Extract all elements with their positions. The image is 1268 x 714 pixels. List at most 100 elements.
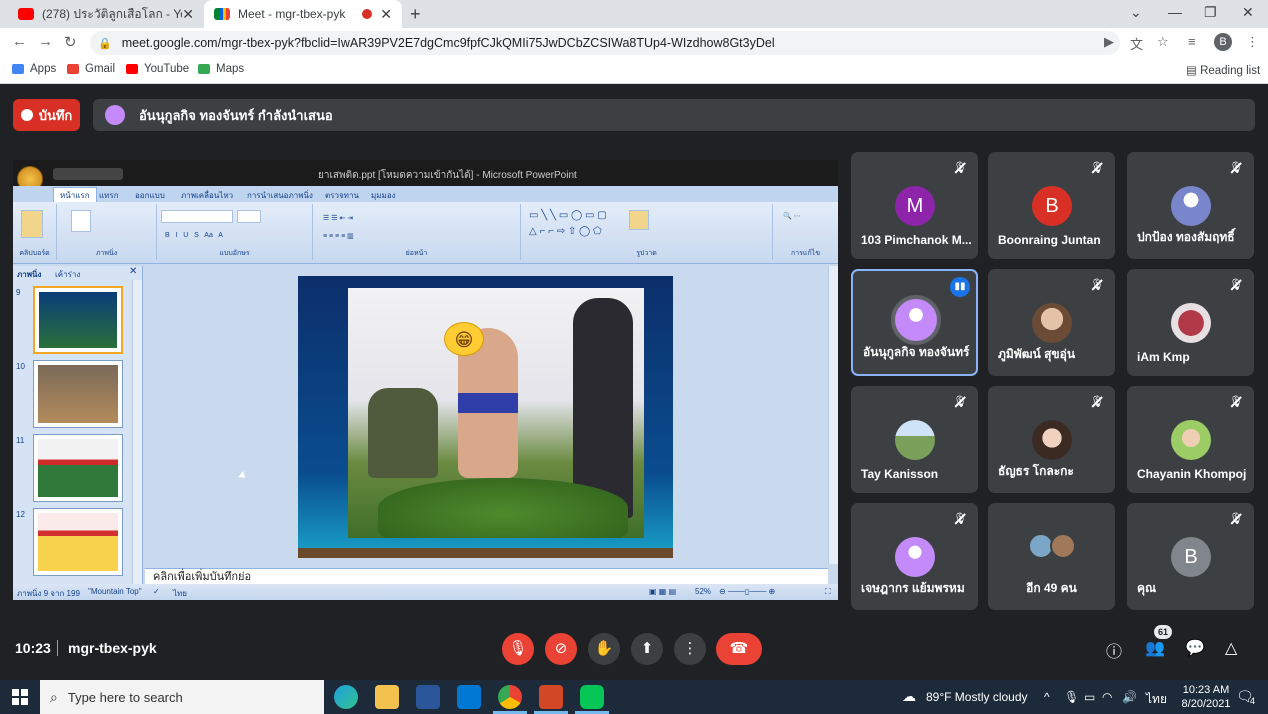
pane-tab-outline[interactable]: เค้าร่าง <box>55 268 80 281</box>
tab-search-icon[interactable]: ⌄ <box>1130 4 1142 21</box>
translate-icon[interactable]: 文 <box>1130 34 1143 53</box>
bookmark-gmail[interactable]: Gmail <box>67 63 115 75</box>
thumbnail-image <box>39 292 117 348</box>
ribbon-tab[interactable]: หน้าแรก <box>53 187 97 203</box>
chrome-icon[interactable] <box>498 685 522 709</box>
menu-icon[interactable]: ⋮ <box>1246 34 1259 50</box>
quick-access-toolbar[interactable] <box>53 168 123 180</box>
view-buttons[interactable]: ▣ ▦ ▤ <box>649 587 676 596</box>
shapes-gallery[interactable]: ▭ ╲ ╲ ▭ ◯ ▭ ▢ <box>529 210 607 221</box>
ribbon-tab[interactable]: การนำเสนอภาพนิ่ง <box>247 189 313 202</box>
taskbar-search-input[interactable]: ⌕ Type here to search <box>40 680 324 714</box>
participant-tile-speaking[interactable]: ▮▮ อันนุกูลกิจ ทองจันทร์ <box>851 269 978 376</box>
ribbon: คลิปบอร์ด ภาพนิ่ง B I U S Aa A แบบอักษร … <box>13 202 838 264</box>
mail-icon[interactable] <box>457 685 481 709</box>
pane-tab-slides[interactable]: ภาพนิ่ง <box>17 268 41 281</box>
bookmark-maps[interactable]: Maps <box>198 63 244 75</box>
self-tile[interactable]: 🎙 B คุณ <box>1127 503 1254 610</box>
participant-tile[interactable]: 🎙 ปกป้อง ทองสัมฤทธิ์ <box>1127 152 1254 259</box>
windows-start-icon[interactable] <box>12 689 28 705</box>
volume-icon[interactable]: 🔊 <box>1122 690 1137 704</box>
url-input[interactable]: 🔒 meet.google.com/mgr-tbex-pyk?fbclid=Iw… <box>90 31 1120 55</box>
participant-tile[interactable]: 🎙 iAm Kmp <box>1127 269 1254 376</box>
ribbon-tab[interactable]: ออกแบบ <box>135 189 165 202</box>
thumbnail-scrollbar[interactable] <box>132 280 142 584</box>
back-icon[interactable]: ← <box>12 33 27 50</box>
chat-icon[interactable]: 💬 <box>1185 638 1205 658</box>
fit-window-icon[interactable]: ⛶ <box>825 587 831 597</box>
participant-tile[interactable]: 🎙 Chayanin Khompoj <box>1127 386 1254 493</box>
battery-icon[interactable]: ▭ <box>1084 690 1095 704</box>
participant-tile[interactable]: 🎙 เจษฎากร แย้มพรหม <box>851 503 978 610</box>
bookmark-apps[interactable]: Apps <box>12 63 56 75</box>
current-slide[interactable]: 😁 <box>298 276 673 558</box>
slide-thumbnail[interactable] <box>33 286 123 354</box>
close-icon[interactable]: ✕ <box>182 6 194 23</box>
leave-call-button[interactable]: ☎ <box>716 633 762 665</box>
paste-icon[interactable] <box>21 210 43 238</box>
slide-thumbnail[interactable] <box>33 508 123 576</box>
ribbon-tab[interactable]: ภาพเคลื่อนไหว <box>181 189 233 202</box>
zoom-slider[interactable]: ⊖ ───▯─── ⊕ <box>719 587 775 596</box>
font-size-field[interactable] <box>237 210 261 223</box>
camera-icon[interactable]: ▶ <box>1104 34 1114 50</box>
new-tab-button[interactable]: + <box>410 4 421 25</box>
maximize-icon[interactable]: ❐ <box>1204 4 1217 21</box>
camera-off-button[interactable]: ⊘ <box>545 633 577 665</box>
participant-tile[interactable]: 🎙 M 103 Pimchanok M... <box>851 152 978 259</box>
participant-tile[interactable]: 🎙 ภูมิพัฒน์ สุขอุ่น <box>988 269 1115 376</box>
ribbon-tab[interactable]: มุมมอง <box>371 189 396 202</box>
others-tile[interactable]: อีก 49 คน <box>988 503 1115 610</box>
bookmark-star-icon[interactable]: ☆ <box>1157 34 1169 50</box>
font-name-field[interactable] <box>161 210 233 223</box>
ribbon-tab[interactable]: แทรก <box>99 189 119 202</box>
input-language[interactable]: ไทย <box>1146 690 1167 709</box>
slide-thumbnail[interactable] <box>33 434 123 502</box>
participant-tile[interactable]: 🎙 Tay Kanisson <box>851 386 978 493</box>
shapes-gallery-row[interactable]: △ ⌐ ⌐ ⇨ ⇧ ◯ ⬠ <box>529 226 602 237</box>
window-close-icon[interactable]: ✕ <box>1242 4 1254 21</box>
store-icon[interactable] <box>416 685 440 709</box>
wifi-icon[interactable]: ◠ <box>1102 690 1112 704</box>
edge-icon[interactable] <box>334 685 358 709</box>
present-button[interactable]: ⬆ <box>631 633 663 665</box>
bookmark-youtube[interactable]: YouTube <box>126 63 189 75</box>
system-clock[interactable]: 10:23 AM 8/20/2021 <box>1176 683 1236 711</box>
list-buttons[interactable]: ☰ ☰ ⇤ ⇥ <box>323 214 353 222</box>
tray-chevron-icon[interactable]: ^ <box>1044 690 1050 704</box>
people-icon[interactable]: 👥 <box>1145 638 1165 658</box>
tab-meet[interactable]: Meet - mgr-tbex-pyk ✕ <box>204 0 402 28</box>
forward-icon[interactable]: → <box>38 33 53 50</box>
reading-list-button[interactable]: ▤ Reading list <box>1186 63 1260 77</box>
close-icon[interactable]: ✕ <box>380 6 392 23</box>
close-pane-icon[interactable]: ✕ <box>129 266 137 277</box>
notes-field[interactable]: คลิกเพื่อเพิ่มบันทึกย่อ <box>145 568 828 584</box>
powerpoint-icon[interactable] <box>539 685 563 709</box>
activities-icon[interactable]: △ <box>1225 638 1237 658</box>
record-button[interactable]: บันทึก <box>13 99 80 131</box>
slide-scrollbar[interactable] <box>828 266 838 564</box>
participant-tile[interactable]: 🎙 B Boonraing Juntan <box>988 152 1115 259</box>
minimize-icon[interactable]: — <box>1168 4 1182 20</box>
mic-off-button[interactable]: 🎙 <box>502 633 534 665</box>
reload-icon[interactable]: ↻ <box>64 33 77 51</box>
ribbon-tab[interactable]: ตรวจทาน <box>325 189 359 202</box>
weather-text[interactable]: 89°F Mostly cloudy <box>926 690 1028 704</box>
microphone-icon[interactable]: 🎙 <box>1064 690 1079 704</box>
info-icon[interactable]: ⓘ <box>1106 638 1122 662</box>
arrange-icon[interactable] <box>629 210 649 230</box>
align-buttons[interactable]: ≡ ≡ ≡ ≡ ▥ <box>323 232 354 240</box>
raise-hand-button[interactable]: ✋ <box>588 633 620 665</box>
media-icon[interactable]: ≡ <box>1188 34 1196 49</box>
spellcheck-icon[interactable]: ✓ <box>153 587 160 596</box>
line-icon[interactable] <box>580 685 604 709</box>
participant-tile[interactable]: 🎙 ธัญธร โกละกะ <box>988 386 1115 493</box>
more-options-button[interactable]: ⋮ <box>674 633 706 665</box>
new-slide-icon[interactable] <box>71 210 91 232</box>
profile-avatar[interactable]: B <box>1214 33 1232 51</box>
font-style-buttons[interactable]: B I U S Aa A <box>165 232 223 239</box>
slide-thumbnail[interactable] <box>33 360 123 428</box>
find-button[interactable]: 🔍 ⋯ <box>783 212 801 220</box>
file-explorer-icon[interactable] <box>375 685 399 709</box>
tab-youtube[interactable]: (278) ประวัติลูกเสือโลก - YouTube ✕ <box>8 0 204 28</box>
